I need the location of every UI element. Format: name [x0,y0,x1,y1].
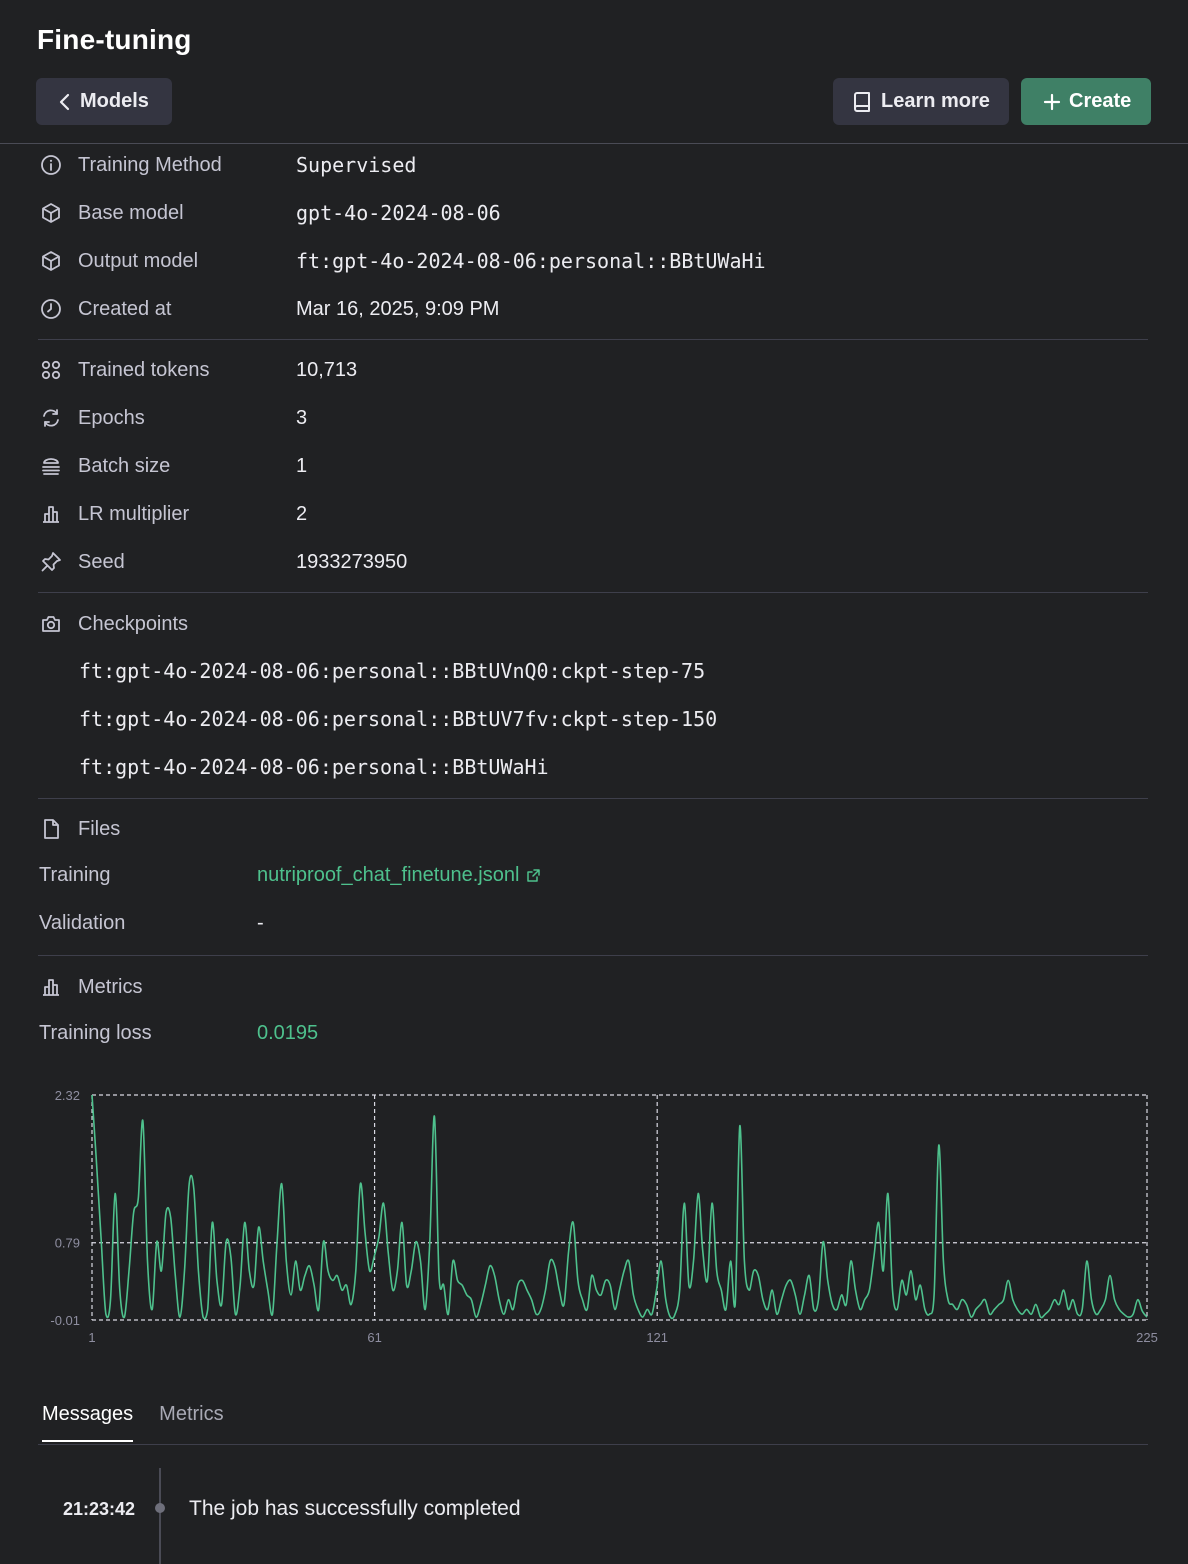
section-divider [38,798,1148,799]
stack-icon [38,453,64,479]
y-tick-label: -0.01 [50,1313,80,1328]
tab-metrics[interactable]: Metrics [159,1403,223,1442]
bar-chart-icon [38,974,64,1000]
output-model-value[interactable]: ft:gpt-4o-2024-08-06:personal::BBtUWaHi [296,249,766,273]
metrics-header: Metrics [38,972,296,1002]
files-label: Files [78,817,121,840]
tab-messages[interactable]: Messages [42,1403,134,1442]
training-method-row: Training Method Supervised [38,150,416,180]
output-model-row: Output model ft:gpt-4o-2024-08-06:person… [38,246,766,276]
checkpoint-item[interactable]: ft:gpt-4o-2024-08-06:personal::BBtUV7fv:… [79,707,717,731]
x-tick-label: 121 [646,1330,668,1345]
camera-icon [38,611,64,637]
bar-chart-icon [38,501,64,527]
training-loss-row: Training loss 0.0195 [39,1022,318,1045]
dots-grid-icon [38,357,64,383]
lr-multiplier-row: LR multiplier 2 [38,499,307,529]
x-tick-label: 225 [1136,1330,1158,1345]
cube-icon [38,248,64,274]
batch-size-value: 1 [296,454,308,477]
validation-file-row: Validation - [39,912,264,935]
training-method-label: Training Method [78,153,222,176]
info-icon [38,152,64,178]
epochs-row: Epochs 3 [38,403,307,433]
create-label: Create [1069,90,1132,112]
training-file-link[interactable]: nutriproof_chat_finetune.jsonl [257,864,541,887]
page-title: Fine-tuning [37,24,192,55]
trained-tokens-row: Trained tokens 10,713 [38,355,357,385]
seed-value: 1933273950 [296,550,408,573]
lr-multiplier-label: LR multiplier [78,502,190,525]
file-icon [38,816,64,842]
checkpoints-header: Checkpoints [38,609,296,639]
seed-label: Seed [78,550,125,573]
trained-tokens-label: Trained tokens [78,358,210,381]
learn-more-label: Learn more [881,90,990,112]
section-divider [38,339,1148,340]
tabs-divider [38,1444,1148,1445]
checkpoints-label: Checkpoints [78,612,189,635]
training-file-name: nutriproof_chat_finetune.jsonl [257,864,520,886]
batch-size-label: Batch size [78,454,171,477]
trained-tokens-value: 10,713 [296,358,358,381]
section-divider [38,955,1148,956]
message-text: The job has successfully completed [189,1497,521,1520]
header-divider [0,143,1188,144]
metrics-label: Metrics [78,975,143,998]
cube-icon [38,200,64,226]
back-button-label: Models [80,90,149,112]
section-divider [38,592,1148,593]
validation-file-label: Validation [39,912,126,934]
timeline-dot [155,1503,165,1513]
training-loss-value: 0.0195 [257,1022,319,1044]
y-tick-label: 2.32 [55,1088,80,1103]
training-method-value: Supervised [296,153,417,177]
seed-row: Seed 1933273950 [38,547,407,577]
lr-multiplier-value: 2 [296,502,308,525]
created-at-row: Created at Mar 16, 2025, 9:09 PM [38,294,499,324]
tab-bar: Messages Metrics [42,1403,224,1442]
output-model-label: Output model [78,249,199,272]
book-icon [854,91,870,112]
training-loss-series-line [91,1094,1148,1320]
batch-size-row: Batch size 1 [38,451,307,481]
message-time: 21:23:42 [63,1499,136,1519]
plus-icon [1043,93,1061,110]
clock-icon [38,296,64,322]
y-tick-label: 0.79 [55,1236,80,1251]
files-header: Files [38,814,296,844]
create-button[interactable]: Create [1021,78,1151,125]
training-loss-label: Training loss [39,1022,152,1044]
validation-file-value: - [257,912,264,934]
checkpoint-item[interactable]: ft:gpt-4o-2024-08-06:personal::BBtUWaHi [79,755,549,779]
epochs-label: Epochs [78,406,145,429]
training-file-row: Training nutriproof_chat_finetune.jsonl [39,864,541,887]
base-model-row: Base model gpt-4o-2024-08-06 [38,198,501,228]
training-file-label: Training [39,864,111,886]
created-at-value: Mar 16, 2025, 9:09 PM [296,297,500,320]
base-model-label: Base model [78,201,184,224]
created-at-label: Created at [78,297,172,320]
pin-icon [38,549,64,575]
chevron-left-icon [59,93,70,110]
x-tick-label: 61 [367,1330,381,1345]
x-tick-label: 1 [88,1330,95,1345]
back-to-models-button[interactable]: Models [36,78,172,125]
learn-more-button[interactable]: Learn more [833,78,1009,125]
training-loss-chart[interactable]: 2.32 0.79 -0.01 1 61 121 225 [0,1080,1188,1360]
refresh-icon [38,405,64,431]
base-model-value[interactable]: gpt-4o-2024-08-06 [296,201,501,225]
external-link-icon [527,869,541,882]
timeline-line [159,1468,161,1564]
epochs-value: 3 [296,406,308,429]
checkpoint-item[interactable]: ft:gpt-4o-2024-08-06:personal::BBtUVnQ0:… [79,659,705,683]
